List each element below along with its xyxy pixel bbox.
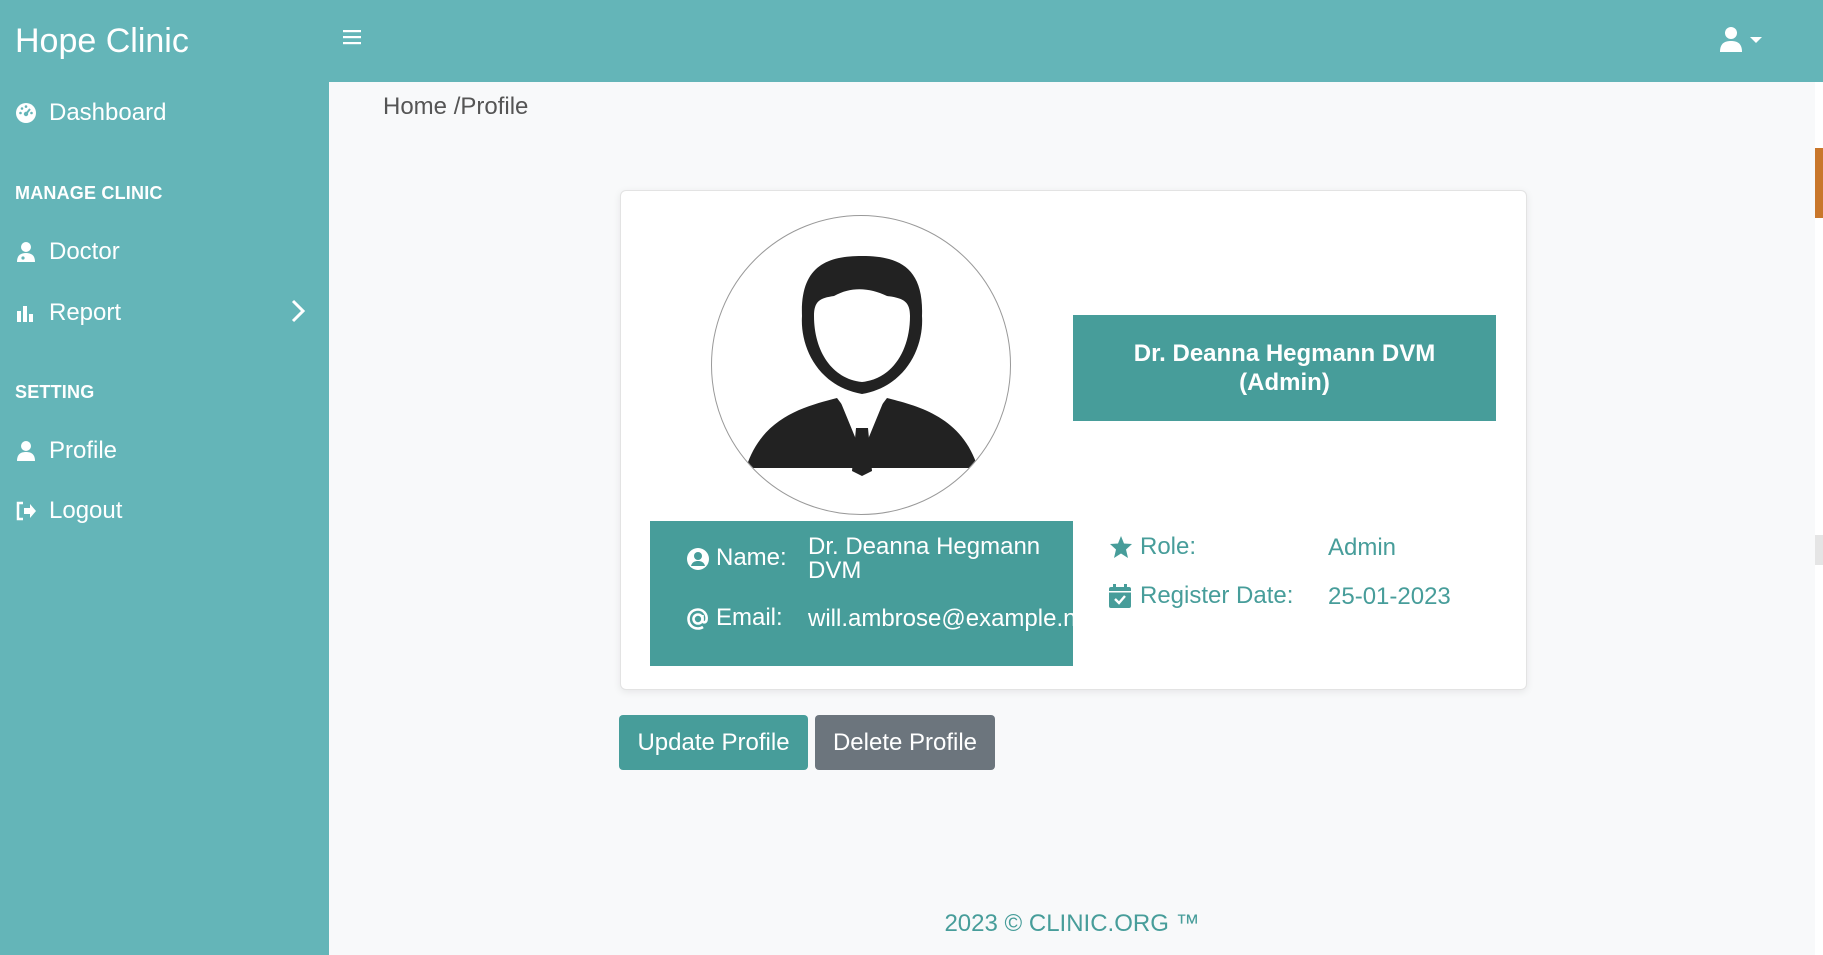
register-date-label-group: Register Date:: [1109, 582, 1293, 610]
update-profile-button[interactable]: Update Profile: [619, 715, 808, 770]
email-label: Email:: [716, 604, 783, 631]
sidebar-item-profile[interactable]: Profile: [15, 437, 117, 465]
sidebar-item-logout[interactable]: Logout: [15, 497, 122, 525]
name-value-line2: DVM: [808, 557, 862, 584]
sidebar-item-label: Report: [49, 299, 122, 326]
tachometer-icon: [15, 102, 37, 124]
role-label: Role:: [1140, 533, 1197, 560]
sidebar-item-report[interactable]: Report: [15, 299, 121, 327]
sidebar-item-label: Doctor: [49, 238, 120, 265]
caret-down-icon: [1749, 32, 1763, 50]
user-icon: [1719, 26, 1743, 57]
sidebar-item-label: Profile: [49, 437, 118, 464]
profile-info-box: Name: Dr. Deanna Hegmann DVM Email: will…: [650, 521, 1073, 666]
breadcrumb: Home /Profile: [383, 93, 528, 121]
user-circle-icon: [686, 547, 710, 571]
role-value: Admin: [1328, 534, 1397, 561]
chevron-right-icon[interactable]: [288, 298, 308, 324]
email-value: will.ambrose@example.net: [808, 605, 1073, 632]
user-md-icon: [15, 241, 37, 263]
sidebar-item-label: Logout: [49, 497, 123, 524]
sidebar-item-label: Dashboard: [49, 99, 167, 126]
sidebar-item-dashboard[interactable]: Dashboard: [15, 99, 166, 127]
user-menu-dropdown[interactable]: [1719, 26, 1771, 56]
scrollbar-marker: [1815, 535, 1823, 565]
sidebar: Hope Clinic Dashboard MANAGE CLINIC Doct…: [0, 0, 329, 955]
avatar-silhouette: [746, 256, 978, 476]
breadcrumb-current: /Profile: [453, 93, 529, 120]
register-date-value: 25-01-2023: [1328, 583, 1451, 610]
calendar-check-icon: [1109, 584, 1133, 608]
footer-copyright: 2023 © CLINIC.ORG ™: [944, 910, 1200, 937]
profile-name-banner: Dr. Deanna Hegmann DVM (Admin): [1073, 315, 1496, 421]
name-row: Name:: [686, 544, 787, 572]
email-row: Email:: [686, 604, 783, 632]
brand-title[interactable]: Hope Clinic: [15, 22, 189, 61]
sidebar-item-doctor[interactable]: Doctor: [15, 238, 120, 266]
user-icon: [15, 440, 37, 462]
name-value-line1: Dr. Deanna Hegmann: [808, 533, 1041, 560]
section-heading-setting: SETTING: [15, 382, 95, 402]
scrollbar-thumb[interactable]: [1815, 148, 1823, 218]
at-icon: [686, 607, 710, 631]
sign-out-icon: [15, 500, 37, 522]
bars-icon[interactable]: [341, 26, 369, 54]
avatar: [711, 215, 1011, 515]
role-label-group: Role:: [1109, 533, 1196, 561]
top-navbar: [329, 0, 1823, 82]
register-date-label: Register Date:: [1140, 582, 1294, 609]
name-label: Name:: [716, 544, 787, 571]
banner-name: Dr. Deanna Hegmann DVM: [1133, 340, 1436, 367]
delete-profile-button[interactable]: Delete Profile: [815, 715, 995, 770]
bar-chart-icon: [15, 302, 37, 324]
star-icon: [1109, 535, 1133, 559]
banner-role: (Admin): [1239, 369, 1330, 396]
breadcrumb-home[interactable]: Home: [383, 93, 447, 120]
section-heading-manage: MANAGE CLINIC: [15, 183, 163, 203]
